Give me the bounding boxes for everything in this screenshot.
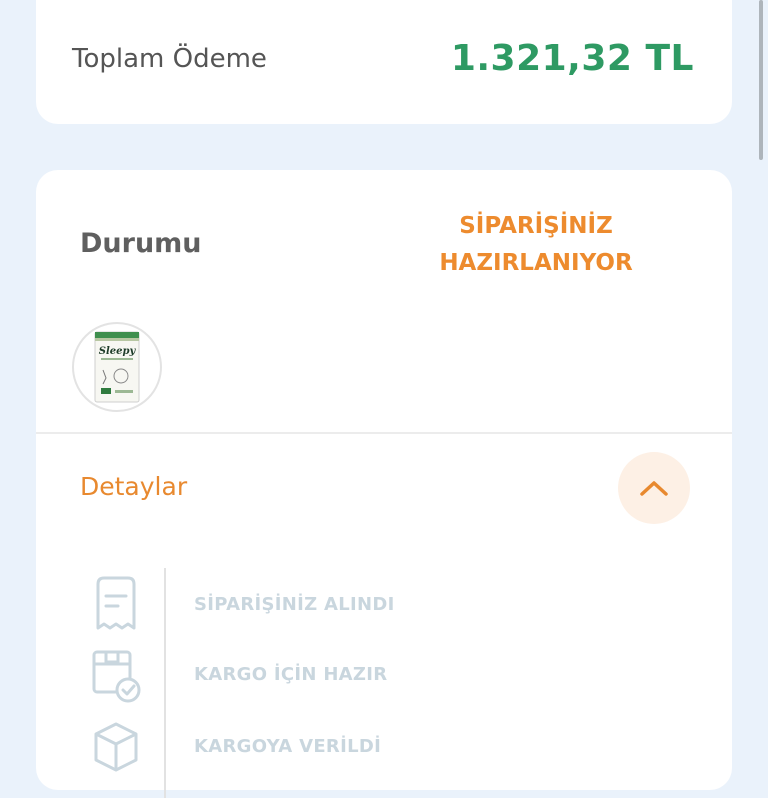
timeline-step-label: KARGO İÇİN HAZIR bbox=[194, 664, 388, 685]
order-status-card: Durumu SİPARİŞİNİZ HAZIRLANIYOR Sleepy D… bbox=[36, 170, 732, 798]
scrollbar[interactable] bbox=[759, 0, 763, 160]
collapse-details-button[interactable] bbox=[618, 452, 690, 524]
total-payment-label: Toplam Ödeme bbox=[72, 44, 267, 74]
timeline-step-label: KARGOYA VERİLDİ bbox=[194, 736, 382, 757]
timeline-step: KARGO İÇİN HAZIR bbox=[86, 644, 646, 704]
product-thumbnail[interactable]: Sleepy bbox=[72, 322, 162, 412]
section-divider bbox=[36, 432, 732, 434]
status-label: Durumu bbox=[80, 228, 202, 259]
box-check-icon bbox=[92, 650, 141, 703]
chevron-up-icon bbox=[640, 481, 668, 496]
timeline-step: KARGOYA VERİLDİ bbox=[86, 716, 646, 776]
receipt-icon bbox=[96, 576, 136, 630]
status-value-line1: SİPARİŞİNİZ bbox=[459, 213, 613, 239]
payment-summary-card: Toplam Ödeme 1.321,32 TL bbox=[36, 0, 732, 124]
total-payment-value: 1.321,32 TL bbox=[450, 38, 694, 79]
timeline-step-label: SİPARİŞİNİZ ALINDI bbox=[194, 594, 395, 615]
status-value-line2: HAZIRLANIYOR bbox=[439, 250, 633, 276]
diaper-package-image: Sleepy bbox=[94, 331, 140, 403]
package-icon bbox=[94, 722, 138, 772]
details-label[interactable]: Detaylar bbox=[80, 472, 187, 501]
status-value: SİPARİŞİNİZ HAZIRLANIYOR bbox=[416, 208, 656, 282]
timeline-step: SİPARİŞİNİZ ALINDI bbox=[86, 574, 646, 634]
thumb-brand-text: Sleepy bbox=[99, 346, 137, 357]
